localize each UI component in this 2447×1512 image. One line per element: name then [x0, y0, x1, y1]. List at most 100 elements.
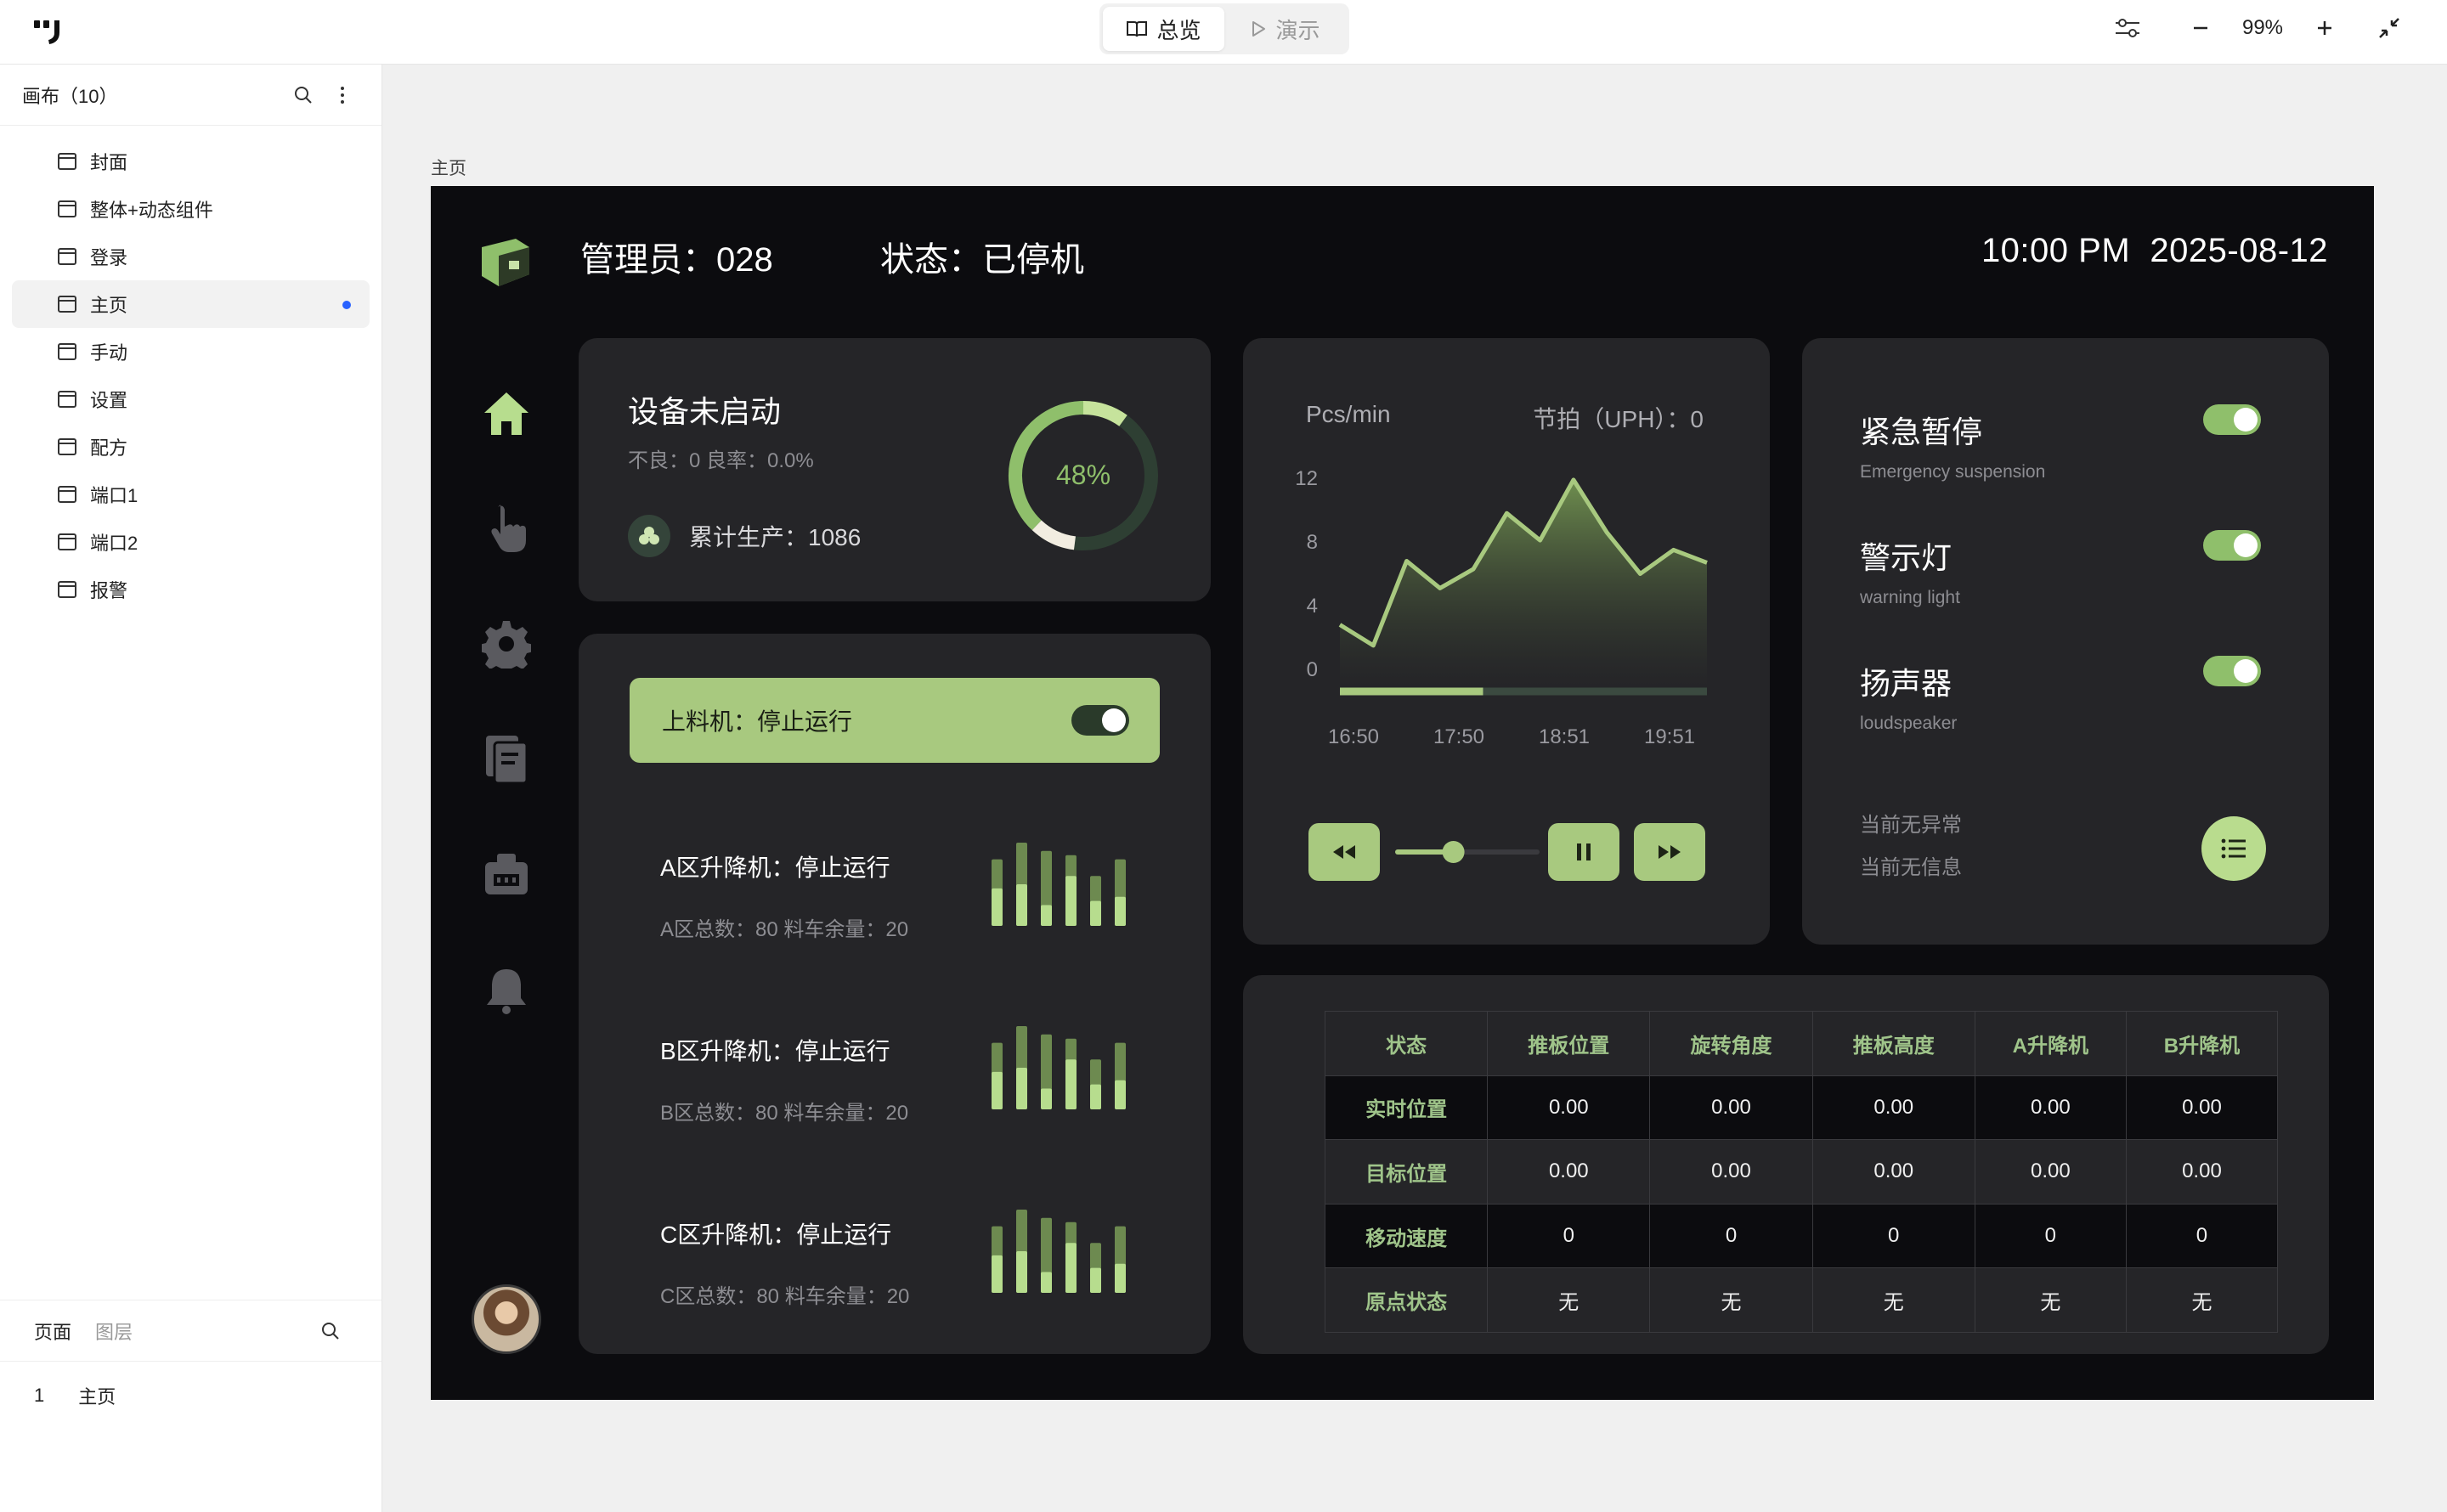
table-header-cell: 推板位置 [1487, 1011, 1651, 1076]
lift-title: B区升降机：停止运行 [660, 1038, 890, 1064]
switch-row: 紧急暂停 Emergency suspension [1860, 408, 2045, 482]
machine-status: 状态：已停机 [880, 241, 1084, 279]
page-label: 设置 [90, 390, 128, 411]
alarm-switches-card: 紧急暂停 Emergency suspension 警示灯 warning light… [1802, 338, 2329, 945]
page-icon [58, 200, 76, 217]
table-row: 移动速度 0 0 0 0 0 [1324, 1203, 2279, 1269]
table-cell: 0.00 [1649, 1139, 1813, 1205]
collapse-icon[interactable] [2365, 4, 2413, 52]
lift-bar-fill [1041, 1088, 1052, 1109]
rewind-icon [1333, 845, 1355, 859]
page-label: 封面 [90, 152, 128, 173]
sidebar-item-page[interactable]: 端口1 [12, 471, 370, 518]
donut-remaining-arc [1031, 520, 1077, 550]
feeder-status[interactable]: 上料机：停止运行 [630, 678, 1160, 763]
device-status-card: 设备未启动 不良：0 良率：0.0% 累计生产：1086 48% [579, 338, 1211, 601]
hand-touch-icon[interactable] [480, 502, 533, 555]
axis-status-table: 状态 推板位置 旋转角度 推板高度 A升降机 B升降机 实时位置 0.00 0.00 0.00 0… [1324, 1011, 2279, 1333]
gear-icon[interactable] [480, 618, 533, 670]
sidebar-item-page[interactable]: 设置 [12, 375, 370, 423]
lift-bar-fill [1041, 1272, 1052, 1293]
tab-present[interactable]: 演示 [1224, 7, 1346, 51]
lift-bar-fill [1115, 1263, 1126, 1293]
tab-overview[interactable]: 总览 [1103, 7, 1224, 51]
tab-layers[interactable]: 图层 [95, 1317, 133, 1345]
search-icon[interactable] [314, 1314, 348, 1348]
switch-toggle[interactable] [2203, 656, 2261, 686]
sidebar-bottom-panel: 页面 图层 1 主页 [0, 1300, 381, 1512]
rewind-button[interactable] [1308, 823, 1380, 881]
tab-present-label: 演示 [1275, 17, 1320, 43]
tab-overview-label: 总览 [1156, 17, 1201, 43]
sidebar-item-page[interactable]: 登录 [12, 233, 370, 280]
table-cell: 0 [1811, 1203, 1975, 1269]
zoom-in-icon[interactable] [2301, 4, 2348, 52]
no-exception-text: 当前无异常 [1860, 814, 1962, 837]
fast-forward-icon [1659, 845, 1681, 859]
pause-button[interactable] [1548, 823, 1619, 881]
book-icon [1127, 21, 1148, 37]
sidebar-item-page[interactable]: 手动 [12, 328, 370, 375]
production-lines-card: 上料机：停止运行 A区升降机：停止运行 A区总数：80 料车余量：20 B区升降机：… [579, 634, 1211, 1354]
app-logo-icon[interactable] [32, 17, 66, 46]
page-icon [58, 296, 76, 313]
bell-icon[interactable] [480, 964, 533, 1017]
settings-sliders-icon[interactable] [2104, 4, 2151, 52]
lift-bar-fill [992, 1071, 1003, 1109]
switch-toggle[interactable] [2203, 530, 2261, 561]
frame-label[interactable]: 主页 [431, 155, 466, 180]
sidebar-item-page[interactable]: 端口2 [12, 518, 370, 566]
list-icon [2221, 838, 2246, 859]
avatar[interactable] [472, 1284, 541, 1354]
speed-slider[interactable] [1394, 839, 1540, 865]
table-row: 原点状态无无无无无 [1324, 1267, 2279, 1333]
more-icon[interactable] [325, 78, 359, 112]
document-icon[interactable] [480, 733, 533, 786]
sidebar-item-page[interactable]: 配方 [12, 423, 370, 471]
table-row-header: 移动速度 [1324, 1203, 1489, 1269]
message-list-button[interactable] [2201, 816, 2266, 881]
table-row: 实时位置 0.00 0.00 0.00 0.00 0.00 [1324, 1075, 2279, 1141]
sidebar-item-page[interactable]: 整体+动态组件 [12, 185, 370, 233]
time-text: 10:00 PM [1981, 232, 2131, 269]
page-label: 报警 [90, 580, 128, 601]
table-cell: 无 [1974, 1267, 2127, 1333]
lift-counts: C区总数：80 料车余量：20 [660, 1285, 910, 1308]
feeder-toggle[interactable] [1071, 705, 1129, 736]
table-row-header: 原点状态 [1324, 1267, 1489, 1333]
table-header-cell: 推板高度 [1811, 1011, 1975, 1076]
sidebar-item-page[interactable]: 封面 [12, 138, 370, 185]
device-quality: 不良：0 良率：0.0% [628, 449, 814, 472]
layer-item[interactable]: 1 主页 [0, 1362, 381, 1430]
switch-toggle[interactable] [2203, 404, 2261, 435]
datetime: 10:00 PM 2025-08-12 [1981, 232, 2328, 270]
page-label: 整体+动态组件 [90, 200, 213, 221]
table-cell: 0.00 [2125, 1139, 2279, 1205]
date-text: 2025-08-12 [2150, 232, 2328, 269]
y-tick-label: 0 [1307, 658, 1318, 681]
sidebar-item-page[interactable]: 报警 [12, 566, 370, 613]
zoom-out-icon[interactable] [2177, 4, 2224, 52]
admin-label: 管理员：028 [580, 241, 773, 279]
table-header-cell: A升降机 [1974, 1011, 2127, 1076]
tab-pages[interactable]: 页面 [34, 1317, 71, 1345]
lift-bar-fill [1016, 1068, 1027, 1109]
home-icon[interactable] [480, 387, 533, 440]
layer-index: 1 [34, 1385, 45, 1406]
table-row-header: 实时位置 [1324, 1075, 1489, 1141]
table-header-cell: 状态 [1324, 1011, 1489, 1076]
table-cell: 无 [1649, 1267, 1813, 1333]
sidebar-item-page[interactable]: 主页 [12, 280, 370, 328]
search-icon[interactable] [286, 78, 320, 112]
lift-title: A区升降机：停止运行 [660, 855, 890, 881]
fast-forward-button[interactable] [1634, 823, 1705, 881]
lift-bar-fill [1065, 1059, 1077, 1109]
view-mode-switch: 总览 演示 [1099, 3, 1349, 54]
table-cell: 0.00 [1811, 1075, 1975, 1141]
port-icon[interactable] [480, 849, 533, 901]
table-cell: 0 [1487, 1203, 1651, 1269]
lift-bar-fill [1115, 896, 1126, 926]
lift-title: C区升降机：停止运行 [660, 1221, 892, 1248]
zoom-level[interactable]: 99% [2224, 16, 2301, 40]
page-label: 登录 [90, 247, 128, 268]
